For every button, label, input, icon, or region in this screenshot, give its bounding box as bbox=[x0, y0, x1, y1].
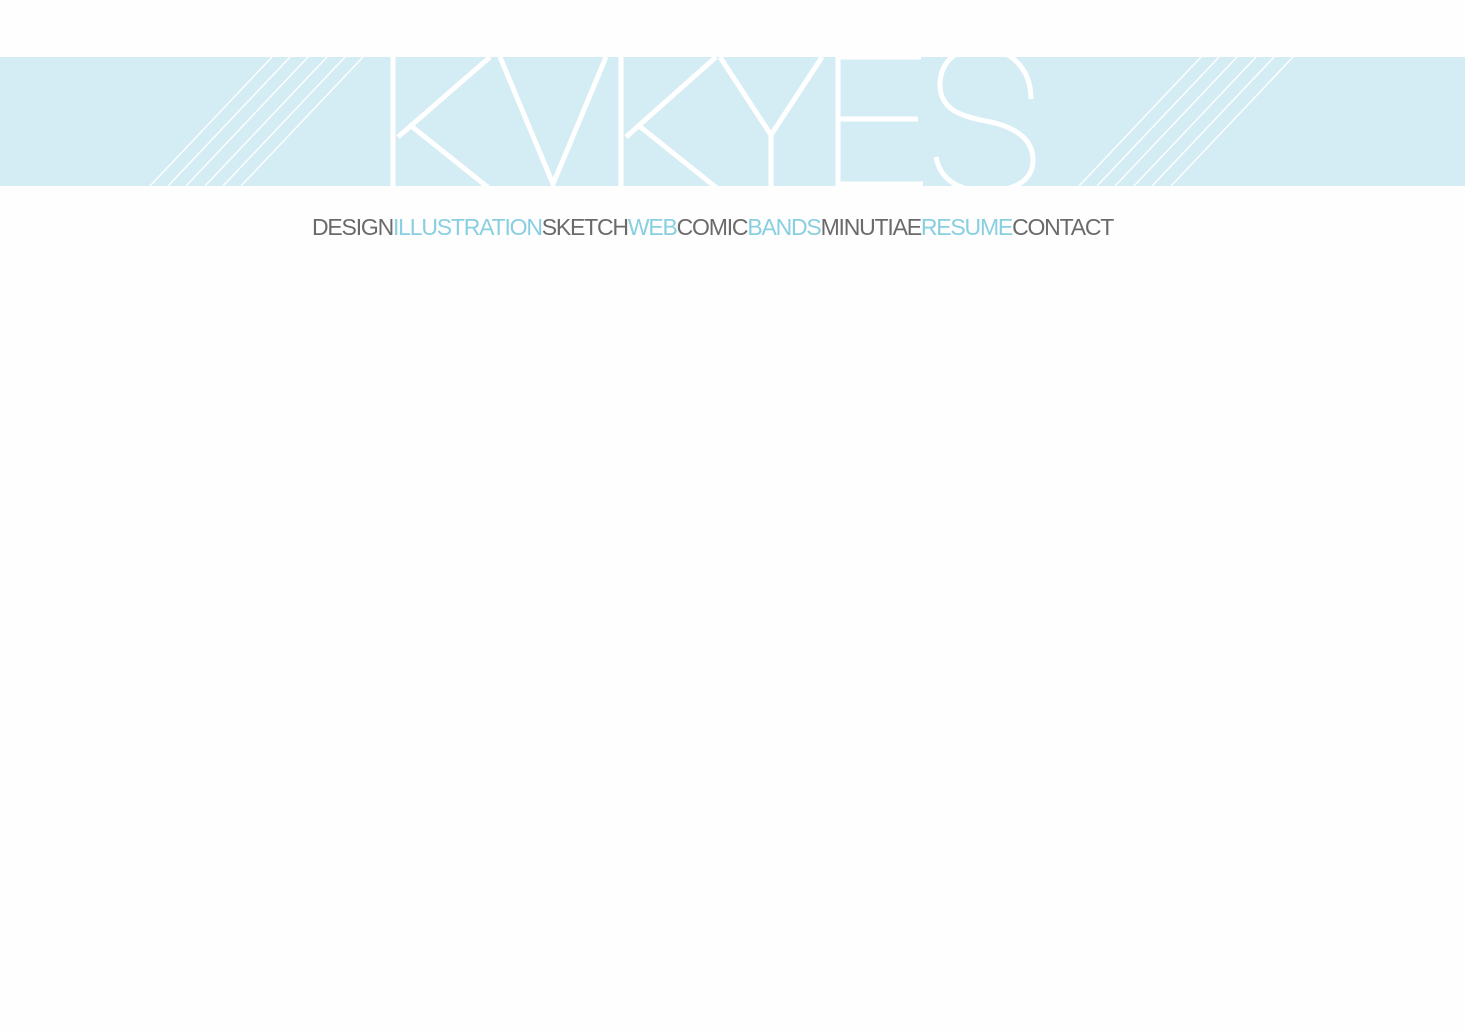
nav-item-sketch[interactable]: SKETCH bbox=[542, 212, 629, 242]
nav-item-contact[interactable]: CONTACT bbox=[1012, 212, 1114, 242]
nav-item-comic[interactable]: COMIC bbox=[677, 212, 749, 242]
nav-item-minutiae[interactable]: MINUTIAE bbox=[821, 212, 923, 242]
page: DESIGN ILLUSTRATION SKETCH WEB COMIC BAN… bbox=[0, 0, 1465, 1033]
site-logo-link[interactable] bbox=[380, 57, 1050, 186]
nav-item-resume[interactable]: RESUME bbox=[921, 212, 1013, 242]
nav-item-bands[interactable]: BANDS bbox=[747, 212, 821, 242]
right-stripes-decoration bbox=[1078, 57, 1294, 186]
main-navigation: DESIGN ILLUSTRATION SKETCH WEB COMIC BAN… bbox=[312, 212, 1114, 244]
nav-item-design[interactable]: DESIGN bbox=[312, 212, 394, 242]
nav-item-illustration[interactable]: ILLUSTRATION bbox=[393, 212, 543, 242]
header-banner bbox=[0, 57, 1465, 186]
left-stripes-decoration bbox=[149, 57, 364, 186]
nav-item-web[interactable]: WEB bbox=[628, 212, 678, 242]
